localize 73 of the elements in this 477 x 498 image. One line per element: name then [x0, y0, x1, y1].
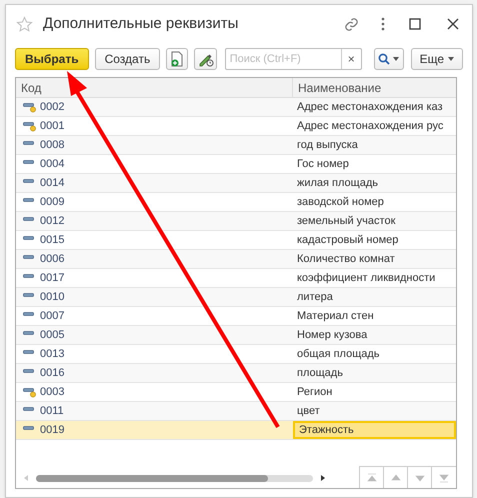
edit-button[interactable] [194, 48, 217, 70]
table-cell-text: Материал стен [296, 308, 375, 324]
table-cell-text: Адрес местонахождения рус [296, 118, 444, 134]
table-cell-text: общая площадь [296, 346, 381, 362]
attribute-dot-icon [23, 386, 36, 398]
table-cell-text: 0010 [40, 290, 64, 305]
select-button[interactable]: Выбрать [15, 48, 89, 70]
table-cell-text: Номер кузова [296, 328, 368, 343]
table-cell-text: жилая площадь [296, 176, 379, 191]
table-cell: Этажность [293, 421, 456, 439]
table-cell-text: 0016 [40, 366, 64, 381]
table-row[interactable]: 0010 литера [16, 288, 456, 307]
table-cell-text: площадь [296, 366, 344, 381]
attribute-dot-icon [23, 120, 36, 132]
table-row[interactable]: 0019 Этажность [16, 421, 456, 440]
search-options-button[interactable] [374, 48, 404, 70]
link-icon[interactable] [344, 16, 359, 32]
table-cell-text: Регион [296, 384, 334, 400]
table-cell-text: Количество комнат [296, 252, 396, 267]
add-document-icon [170, 51, 184, 67]
more-icon[interactable] [381, 17, 385, 31]
attribute-dot-icon [23, 102, 36, 112]
table-cell-text: 0001 [40, 118, 64, 134]
table-cell-text: 0014 [40, 176, 64, 191]
table-row[interactable]: 0014 жилая площадь [16, 174, 456, 193]
first-icon [366, 472, 376, 482]
table-cell-text: год выпуска [296, 138, 359, 153]
window-title: Дополнительные реквизиты [43, 14, 240, 34]
column-header[interactable]: Наименование [293, 78, 456, 97]
search-icon [378, 53, 390, 65]
table-cell-text: 0002 [40, 100, 64, 115]
table-cell-text: 0015 [40, 232, 64, 248]
last-icon [439, 472, 449, 482]
star-icon[interactable] [16, 16, 33, 32]
table-cell-text: 0013 [40, 346, 64, 362]
table-cell-text: 0017 [40, 270, 64, 286]
table-cell-text: 0007 [40, 308, 64, 324]
maximize-icon[interactable] [409, 18, 421, 30]
caret-icon [448, 57, 454, 61]
table-row[interactable]: 0006 Количество комнат [16, 250, 456, 269]
table-row[interactable]: 0002 Адрес местонахождения каз [16, 98, 456, 117]
table-row[interactable]: 0012 земельный участок [16, 212, 456, 231]
close-icon[interactable] [447, 18, 459, 30]
table-cell-text: земельный участок [296, 214, 396, 229]
table-cell-text: кадастровый номер [296, 232, 400, 248]
table-cell-text: 0009 [40, 194, 64, 210]
clear-search-button[interactable]: × [340, 49, 361, 69]
table-cell-text: Адрес местонахождения каз [296, 100, 444, 115]
table-cell-text: 0004 [40, 156, 64, 172]
table-cell-text: 0005 [40, 328, 64, 343]
more-button[interactable]: Еще [410, 48, 464, 70]
search-field[interactable]: Поиск (Ctrl+F) × [224, 48, 362, 70]
table-cell-text: Гос номер [296, 156, 350, 172]
table-cell-text: 0008 [40, 138, 64, 153]
add-document-button[interactable] [166, 48, 188, 70]
table-cell-text: 0003 [40, 384, 64, 400]
table-cell-text: коэффициент ликвидности [296, 270, 436, 286]
caret-icon [393, 57, 400, 61]
down-icon [414, 472, 424, 482]
table-cell-text: заводской номер [296, 194, 385, 210]
table-cell-text: 0019 [40, 422, 64, 438]
create-button[interactable]: Создать [94, 48, 160, 70]
table-cell-text: литера [296, 290, 334, 305]
table-cell-text: цвет [296, 404, 321, 419]
scroll-right-icon[interactable] [321, 475, 325, 481]
table-cell-text: 0011 [40, 404, 64, 419]
table-row[interactable]: 0008 год выпуска [16, 136, 456, 155]
table-cell-text: 0006 [40, 252, 64, 267]
table-row[interactable]: 0005 Номер кузова [16, 326, 456, 345]
table-cell-text: 0012 [40, 214, 64, 229]
table-row[interactable]: 0011 цвет [16, 402, 456, 421]
table-row[interactable]: 0016 площадь [16, 364, 456, 383]
up-icon [390, 472, 400, 482]
